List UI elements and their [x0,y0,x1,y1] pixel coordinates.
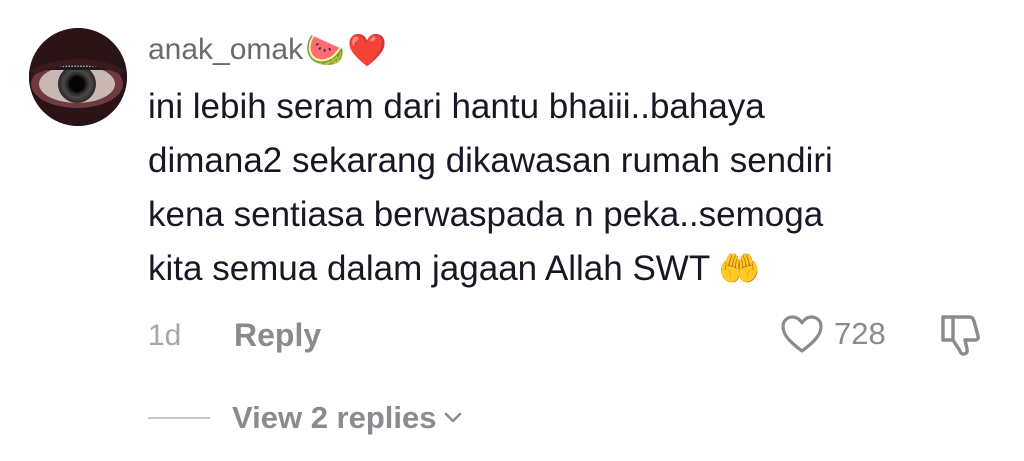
like-count: 728 [834,316,886,351]
comment-line: dimana2 sekarang dikawasan rumah sendiri [148,141,833,180]
avatar[interactable]: ••••••••••••••• [29,28,127,126]
raising-hands-icon: 🤲 [718,249,761,289]
reply-button[interactable]: Reply [234,315,321,355]
eye-photo-avatar-icon: ••••••••••••••• [29,28,127,126]
watermelon-icon: 🍉 [305,31,345,69]
like-button[interactable]: 728 [780,311,886,357]
comment-username[interactable]: anak_omak 🍉 ❤️ [148,30,387,70]
comment-line: kena sentiasa berwaspada n peka..semoga [148,195,824,234]
comment-line: ini lebih seram dari hantu bhaiii..bahay… [148,87,765,126]
username-text: anak_omak [148,33,304,66]
comment-text: ini lebih seram dari hantu bhaiii..bahay… [148,80,1008,296]
heart-outline-icon [781,315,823,353]
comment-line-last: kita semua dalam jagaan Allah SWT 🤲 [148,242,1008,296]
dislike-button[interactable] [938,311,986,357]
view-replies-label: View 2 replies [232,400,437,435]
view-replies-button[interactable]: View 2 replies [232,398,463,438]
heart-icon: ❤️ [346,31,387,69]
replies-divider [148,417,210,419]
thumbs-down-icon [941,315,980,356]
comment-timestamp: 1d [148,319,182,352]
comment-line-text: kita semua dalam jagaan Allah SWT [148,249,711,288]
chevron-down-icon [444,412,461,423]
